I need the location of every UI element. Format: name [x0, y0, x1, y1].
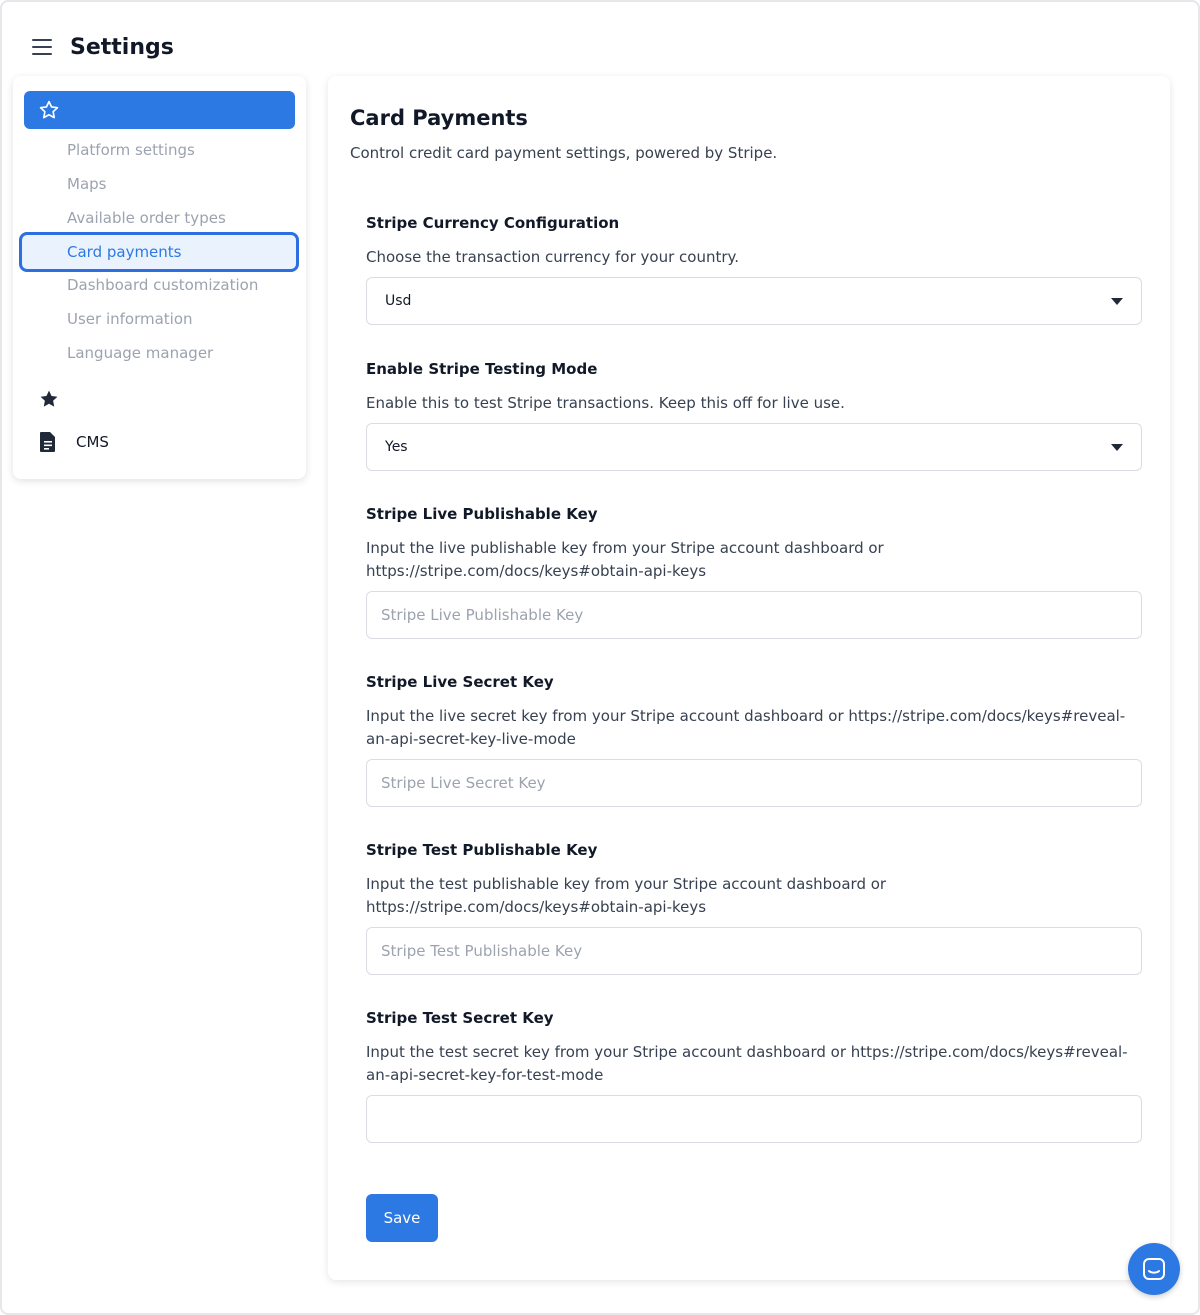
sidebar-item-available-order-types[interactable]: Available order types — [67, 206, 226, 230]
chat-launcher-button[interactable] — [1128, 1243, 1180, 1295]
chat-icon — [1143, 1258, 1165, 1280]
field-title: Stripe Currency Configuration — [366, 214, 620, 232]
testing-mode-select-value: Yes — [385, 439, 408, 455]
live-secret-key-section: Stripe Live Secret Key Input the live se… — [366, 671, 1142, 807]
sidebar-item-language-manager[interactable]: Language manager — [67, 341, 213, 365]
chevron-down-icon — [1111, 297, 1123, 305]
field-title: Stripe Live Publishable Key — [366, 505, 598, 523]
field-description: Input the live publishable key from your… — [366, 539, 884, 580]
live-secret-key-field[interactable] — [366, 759, 1142, 807]
field-description: Input the test publishable key from your… — [366, 875, 887, 916]
sidebar-item-starred[interactable] — [38, 388, 60, 410]
test-secret-key-field[interactable] — [366, 1095, 1142, 1143]
sidebar-group-favorites[interactable] — [24, 91, 295, 129]
section-heading: Card Payments — [350, 106, 528, 130]
testing-mode-select[interactable]: Yes — [366, 423, 1142, 471]
field-title: Stripe Test Publishable Key — [366, 841, 598, 859]
sidebar-item-platform-settings[interactable]: Platform settings — [67, 138, 195, 162]
section-subheading: Control credit card payment settings, po… — [350, 144, 778, 162]
chevron-down-icon — [1111, 443, 1123, 451]
settings-sidebar: Platform settings Maps Available order t… — [13, 76, 306, 479]
currency-select[interactable]: Usd — [366, 277, 1142, 325]
field-title: Enable Stripe Testing Mode — [366, 360, 598, 378]
save-button[interactable]: Save — [366, 1194, 438, 1242]
field-description: Input the test secret key from your Stri… — [366, 1043, 1128, 1084]
field-description: Enable this to test Stripe transactions.… — [366, 394, 845, 412]
sidebar-item-cms[interactable]: CMS — [38, 431, 109, 453]
field-description: Choose the transaction currency for your… — [366, 248, 740, 266]
sidebar-item-dashboard-customization[interactable]: Dashboard customization — [67, 273, 258, 297]
field-title: Stripe Live Secret Key — [366, 673, 554, 691]
live-secret-key-input[interactable] — [381, 774, 1127, 792]
star-outline-icon — [39, 100, 59, 119]
star-filled-icon — [40, 390, 58, 407]
field-title: Stripe Test Secret Key — [366, 1009, 554, 1027]
live-publishable-key-field[interactable] — [366, 591, 1142, 639]
test-publishable-key-input[interactable] — [381, 942, 1127, 960]
test-secret-key-section: Stripe Test Secret Key Input the test se… — [366, 1007, 1142, 1143]
top-bar: Settings — [32, 32, 174, 62]
live-publishable-key-input[interactable] — [381, 606, 1127, 624]
sidebar-item-cms-label: CMS — [76, 433, 109, 451]
sidebar-item-card-payments-label: Card payments — [67, 243, 182, 261]
test-secret-key-input[interactable] — [381, 1110, 1127, 1128]
sidebar-item-maps[interactable]: Maps — [67, 172, 106, 196]
app-window: Settings Platform settings Maps Availabl… — [0, 0, 1200, 1315]
currency-select-value: Usd — [385, 293, 412, 309]
field-description: Input the live secret key from your Stri… — [366, 707, 1126, 748]
test-publishable-key-field[interactable] — [366, 927, 1142, 975]
page-title: Settings — [70, 34, 174, 60]
document-icon — [40, 432, 55, 452]
currency-config-section: Stripe Currency Configuration Choose the… — [366, 212, 1142, 325]
card-payments-panel: Card Payments Control credit card paymen… — [328, 76, 1170, 1280]
testing-mode-section: Enable Stripe Testing Mode Enable this t… — [366, 358, 1142, 471]
live-publishable-key-section: Stripe Live Publishable Key Input the li… — [366, 503, 1142, 639]
menu-icon[interactable] — [32, 39, 52, 55]
sidebar-item-user-information[interactable]: User information — [67, 307, 193, 331]
test-publishable-key-section: Stripe Test Publishable Key Input the te… — [366, 839, 1142, 975]
